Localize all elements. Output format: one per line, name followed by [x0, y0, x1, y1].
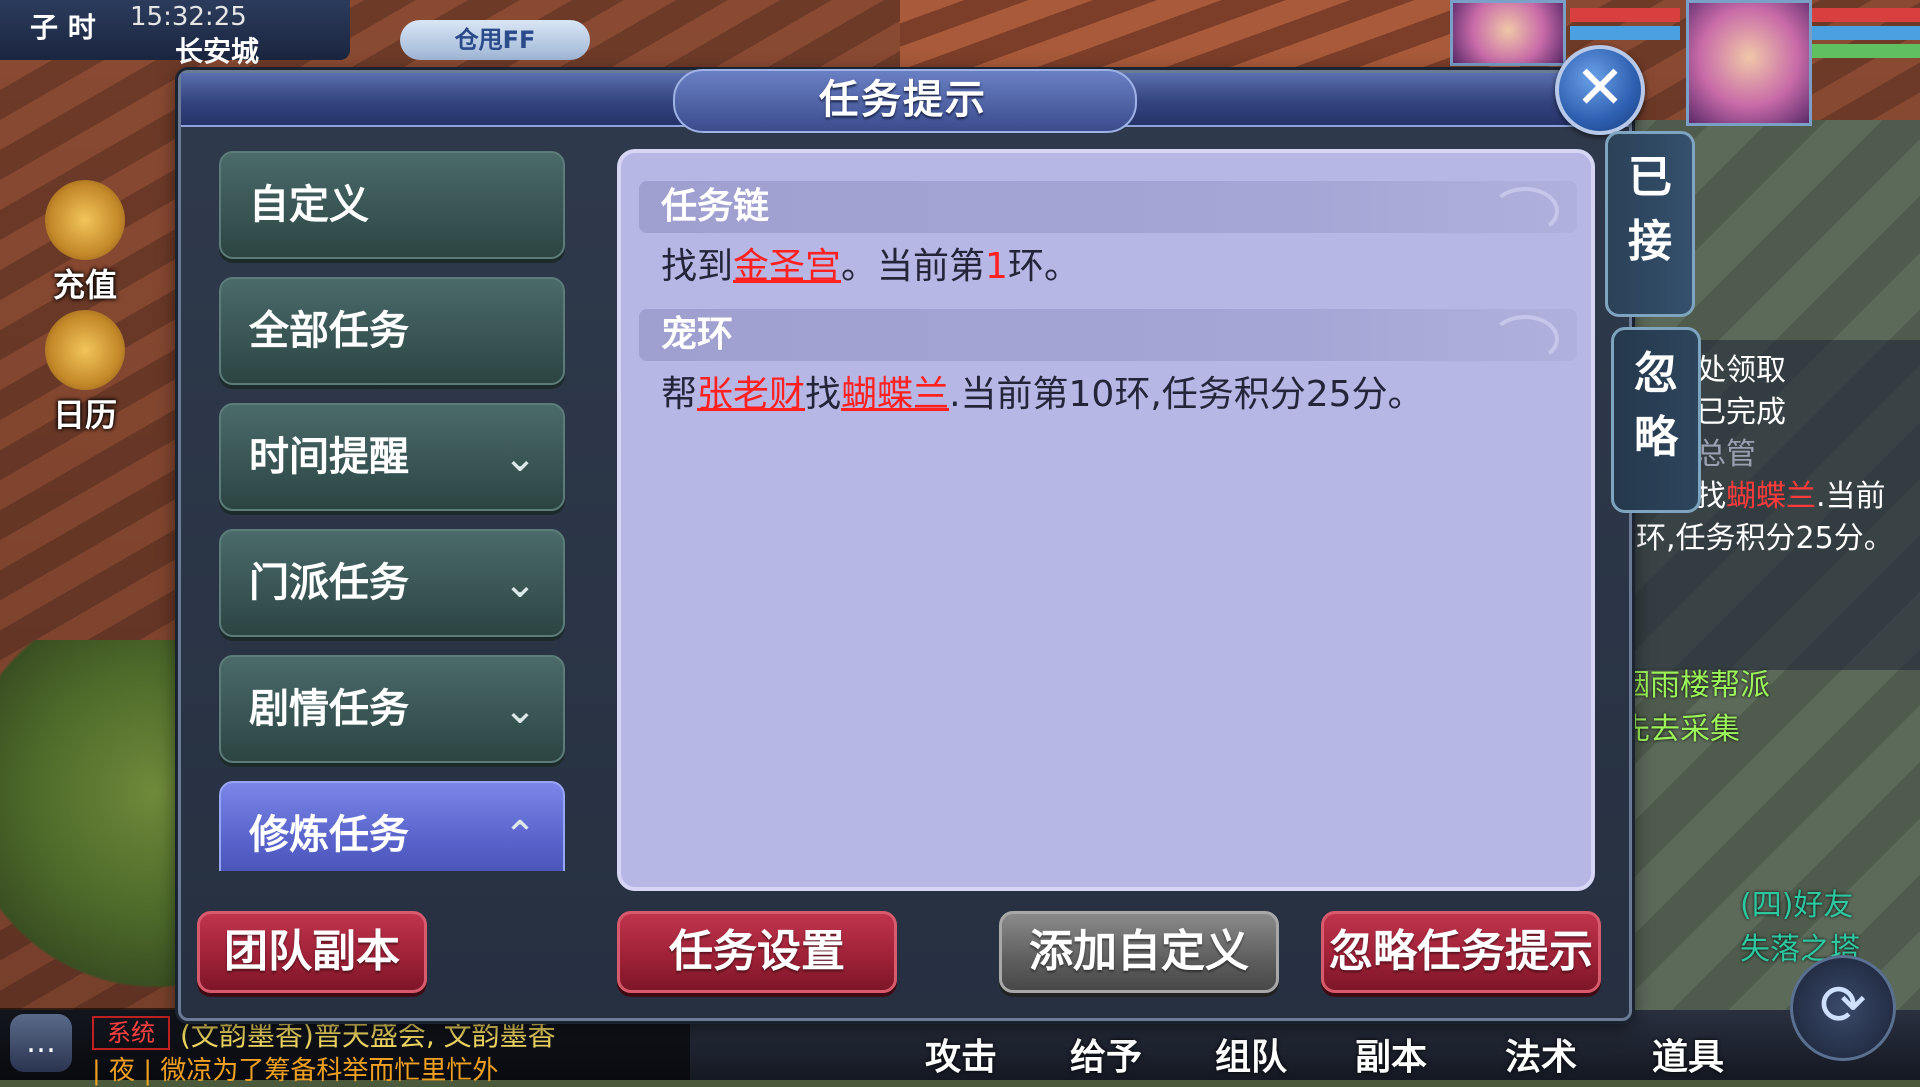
- npc-link[interactable]: 张老财: [697, 374, 805, 415]
- tab-label: 忽 略: [1634, 348, 1678, 463]
- menu-item-label: 剧情任务: [249, 686, 409, 732]
- task-hint-dialog: 任务提示 ✕ 自定义 全部任务 时间提醒 ⌄ 门派任务 ⌄ 剧情任务 ⌄ 修炼任…: [178, 45, 1701, 1021]
- menu-item-all-tasks[interactable]: 全部任务: [219, 277, 565, 385]
- system-tag: 系统: [92, 1016, 170, 1050]
- menu-item-label: 全部任务: [249, 308, 409, 354]
- chevron-down-icon: ⌄: [503, 687, 537, 733]
- time-zone-label: 子 时: [30, 11, 96, 44]
- ignore-task-hint-button[interactable]: 忽略任务提示: [1321, 911, 1601, 993]
- team-button[interactable]: 组队: [1215, 1028, 1287, 1080]
- tracker-line: 环,任务积分25分。: [1636, 521, 1894, 556]
- menu-item-label: 时间提醒: [249, 434, 409, 480]
- spell-button[interactable]: 法术: [1505, 1028, 1577, 1080]
- chevron-up-icon: ⌃: [503, 813, 537, 859]
- menu-item-custom[interactable]: 自定义: [219, 151, 565, 259]
- team-dungeon-button[interactable]: 团队副本: [197, 911, 427, 993]
- section-header-task-chain: 任务链: [639, 181, 1577, 235]
- treasure-chest-icon: [45, 180, 125, 260]
- calendar-icon: [45, 310, 125, 390]
- chat-bubble-icon[interactable]: …: [10, 1014, 72, 1072]
- city-name: 长安城: [175, 35, 260, 68]
- dialog-title: 任务提示: [819, 77, 987, 123]
- menu-item-label: 门派任务: [249, 560, 409, 606]
- pet-mp-bar: [1570, 26, 1680, 40]
- player-avatar[interactable]: [1686, 0, 1812, 126]
- section-header-pet-ring: 宠环: [639, 309, 1577, 363]
- roof-tiles: [900, 0, 1520, 70]
- swirl-ornament-icon: [1491, 315, 1559, 363]
- task-detail-panel: 任务链 找到金圣宫。当前第1环。 宠环 帮张老财找蝴蝶兰.当前第10环,任务积分…: [617, 149, 1595, 891]
- close-button[interactable]: ✕: [1555, 45, 1645, 135]
- recharge-label: 充值: [52, 266, 117, 304]
- tab-accepted[interactable]: 已 接: [1605, 131, 1695, 317]
- clock: 15:32:25: [130, 2, 247, 32]
- dungeon-button[interactable]: 副本: [1355, 1028, 1427, 1080]
- chevron-down-icon: ⌄: [503, 561, 537, 607]
- server-pill[interactable]: 仓甩FF: [400, 20, 590, 60]
- menu-item-story-tasks[interactable]: 剧情任务 ⌄: [219, 655, 565, 763]
- chevron-down-icon: ⌄: [503, 435, 537, 481]
- player-exp-bar: [1812, 44, 1920, 58]
- menu-item-sect-tasks[interactable]: 门派任务 ⌄: [219, 529, 565, 637]
- tab-ignored[interactable]: 忽 略: [1611, 327, 1701, 513]
- chat-line: | 夜 | 微凉为了筹备科举而忙里忙外: [92, 1056, 499, 1086]
- section-title: 宠环: [661, 314, 734, 355]
- swirl-ornament-icon: [1491, 187, 1559, 235]
- task-target-link[interactable]: 金圣宫: [733, 246, 841, 287]
- section-title: 任务链: [661, 186, 770, 227]
- menu-item-label: 修炼任务: [249, 812, 409, 858]
- pet-ring-description: 帮张老财找蝴蝶兰.当前第10环,任务积分25分。: [661, 374, 1424, 415]
- item-link[interactable]: 蝴蝶兰: [841, 374, 949, 415]
- tracker-green-text: 烟雨楼帮派 先去采集: [1620, 668, 1770, 747]
- task-settings-button[interactable]: 任务设置: [617, 911, 897, 993]
- pet-hp-bar: [1570, 8, 1680, 22]
- calendar-label: 日历: [52, 396, 117, 434]
- add-custom-button[interactable]: 添加自定义: [999, 911, 1279, 993]
- player-mp-bar: [1812, 26, 1920, 40]
- player-hp-bar: [1812, 8, 1920, 22]
- menu-item-label: 自定义: [249, 182, 369, 228]
- calendar-button[interactable]: 日历: [20, 310, 150, 436]
- ring-number: 1: [985, 246, 1008, 287]
- refresh-icon[interactable]: ⟳: [1790, 955, 1896, 1061]
- items-button[interactable]: 道具: [1652, 1028, 1724, 1080]
- recharge-button[interactable]: 充值: [20, 180, 150, 306]
- menu-item-training-tasks[interactable]: 修炼任务 ⌃: [219, 781, 565, 871]
- give-button[interactable]: 给予: [1070, 1028, 1142, 1080]
- menu-item-time-reminder[interactable]: 时间提醒 ⌄: [219, 403, 565, 511]
- tab-label: 已 接: [1628, 152, 1672, 267]
- attack-button[interactable]: 攻击: [925, 1028, 997, 1080]
- task-chain-description: 找到金圣宫。当前第1环。: [661, 246, 1080, 287]
- task-category-menu: 自定义 全部任务 时间提醒 ⌄ 门派任务 ⌄ 剧情任务 ⌄ 修炼任务 ⌃: [219, 151, 569, 871]
- tracker-bottom-text: (四)好友 失落之塔: [1740, 888, 1860, 967]
- time-location-hud[interactable]: 子 时 15:32:25 长安城: [0, 0, 350, 68]
- pet-avatar[interactable]: [1450, 0, 1566, 66]
